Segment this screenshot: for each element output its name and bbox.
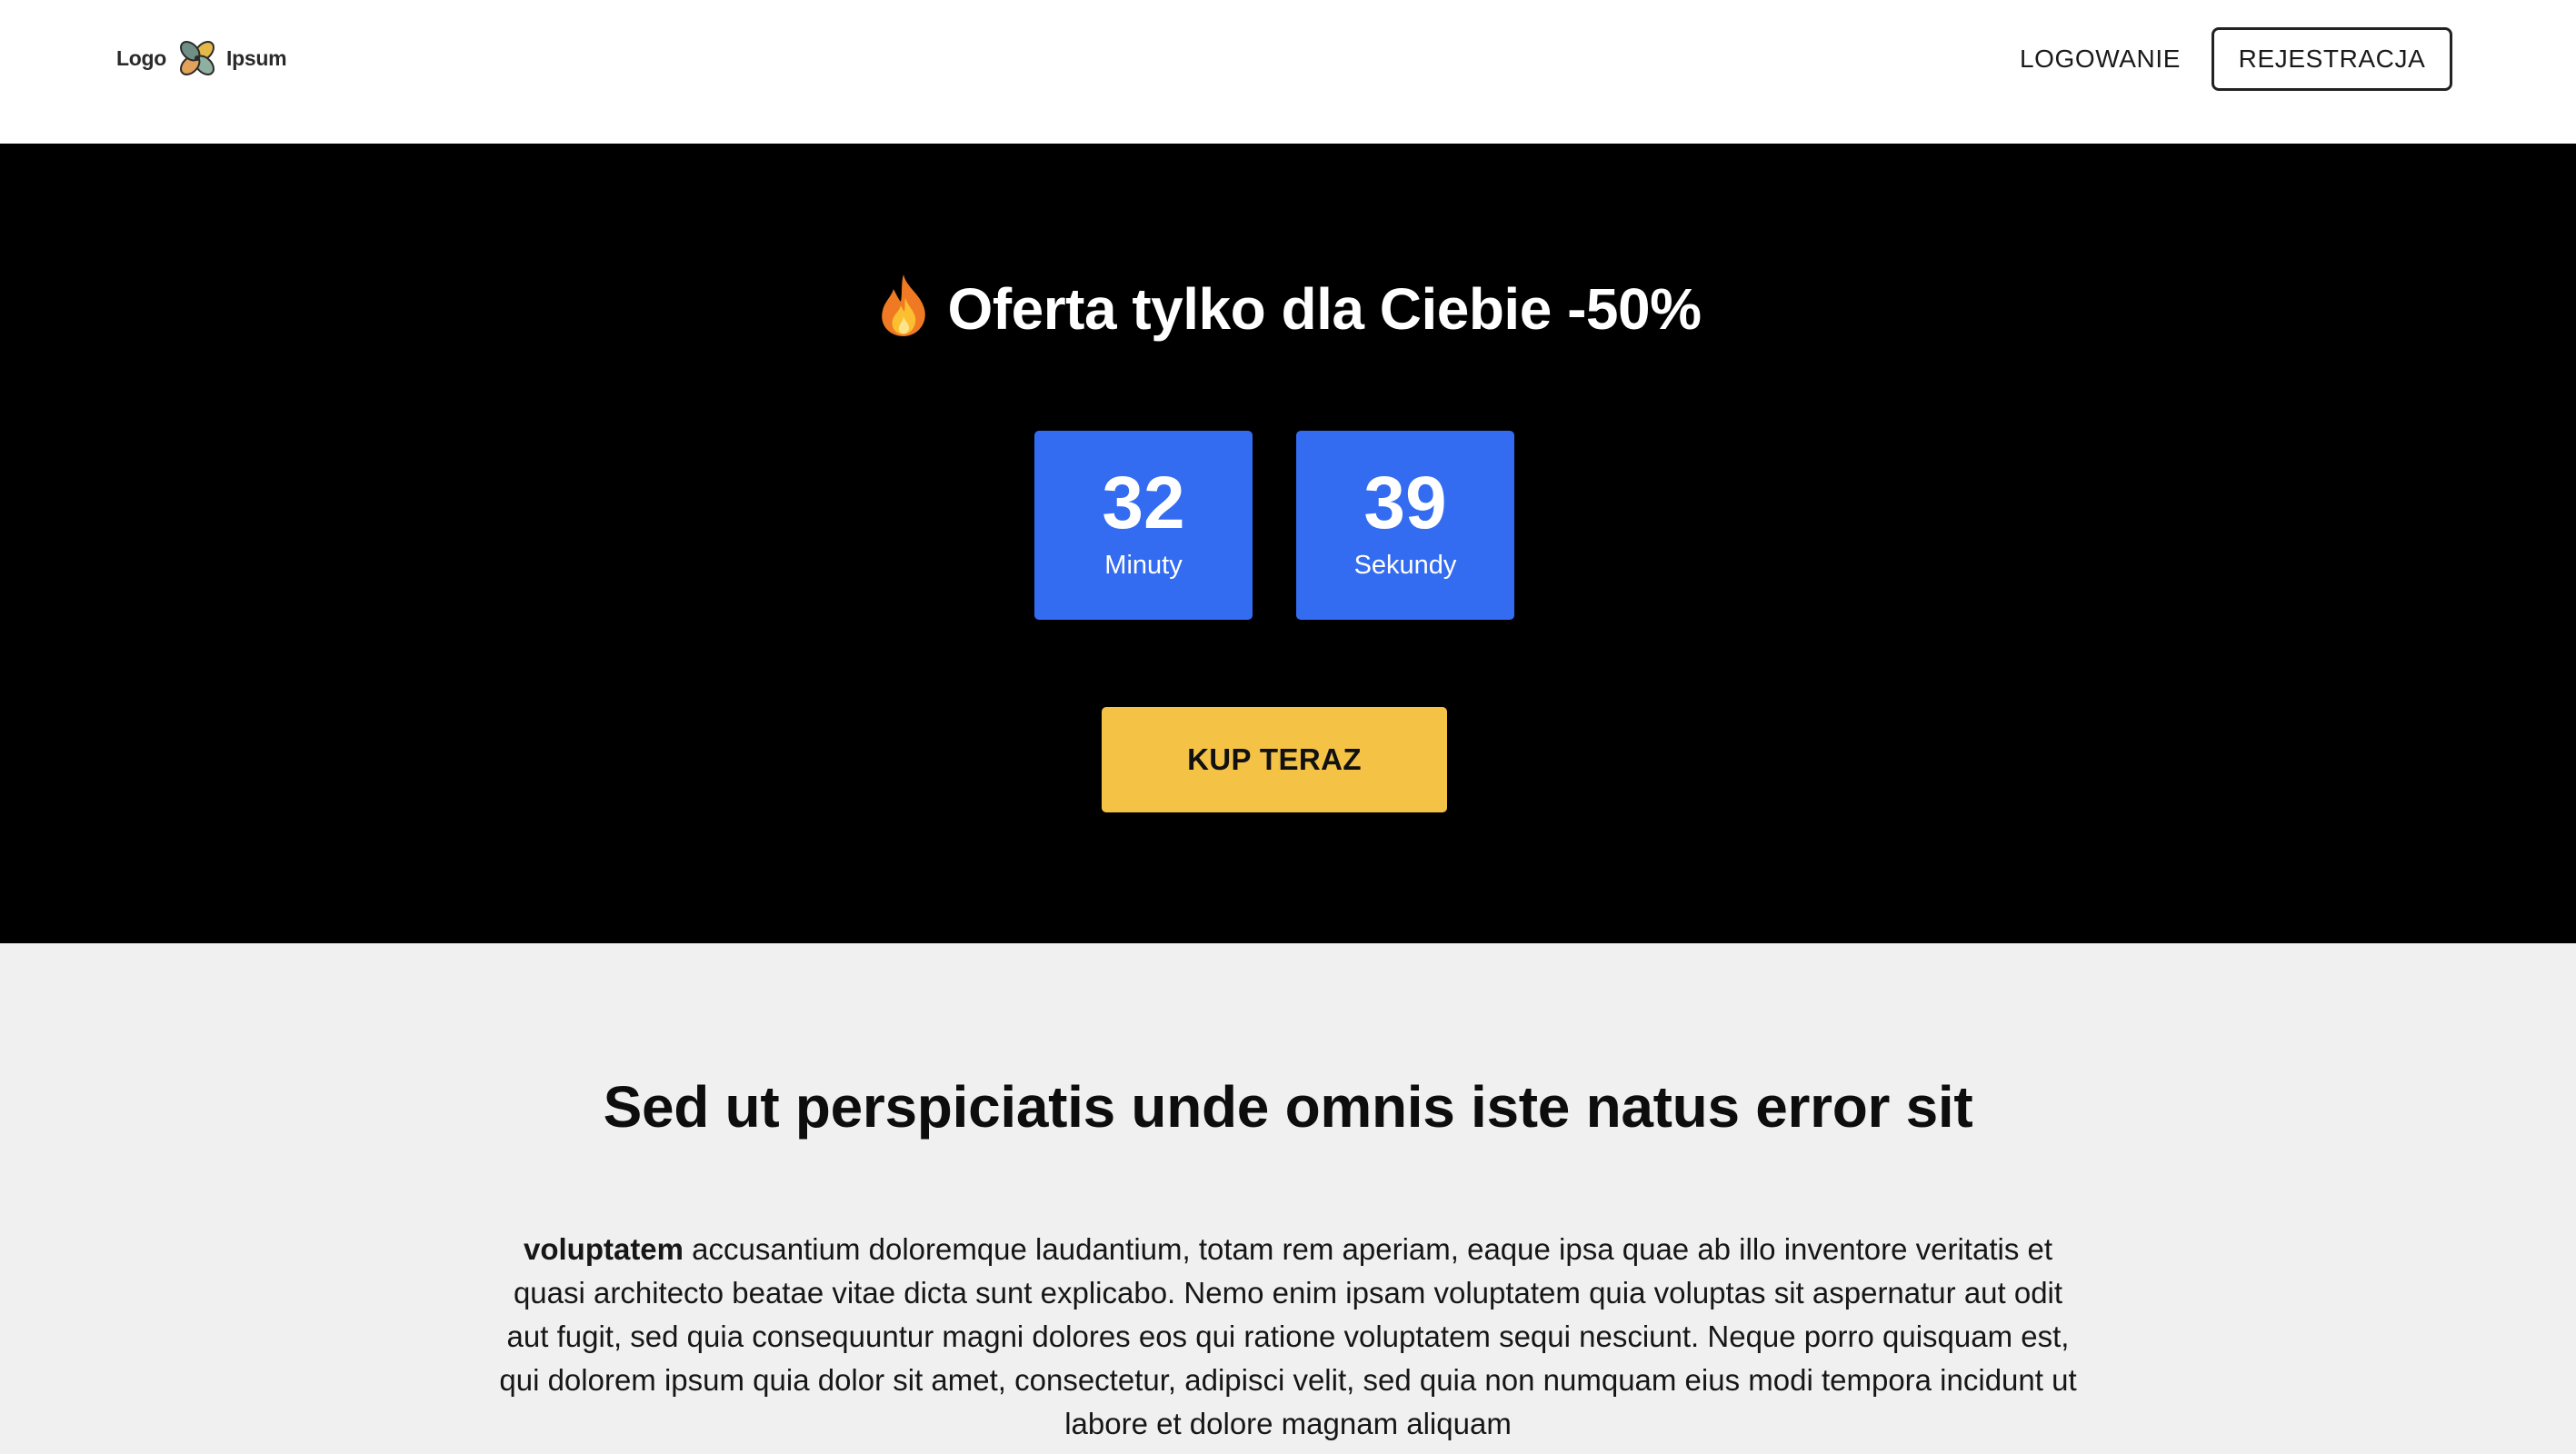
site-header: Logo Ipsum LOGOWANIE REJESTRACJA xyxy=(0,0,2576,144)
paragraph-body: accusantium doloremque laudantium, totam… xyxy=(499,1232,2077,1440)
timer-minutes-label: Minuty xyxy=(1104,551,1183,580)
timer-seconds: 39 Sekundy xyxy=(1296,431,1514,620)
timer-minutes: 32 Minuty xyxy=(1034,431,1253,620)
login-link[interactable]: LOGOWANIE xyxy=(2020,45,2181,74)
timer-seconds-value: 39 xyxy=(1363,462,1447,544)
timer-minutes-value: 32 xyxy=(1102,462,1185,544)
content-section: Sed ut perspiciatis unde omnis iste natu… xyxy=(0,943,2576,1454)
offer-title: Oferta tylko dla Ciebie -50% xyxy=(0,273,2576,345)
offer-banner: Oferta tylko dla Ciebie -50% 32 Minuty 3… xyxy=(0,144,2576,943)
header-nav: LOGOWANIE REJESTRACJA xyxy=(2020,27,2452,91)
site-logo[interactable]: Logo Ipsum xyxy=(116,33,287,84)
fire-icon xyxy=(881,274,925,336)
offer-title-text: Oferta tylko dla Ciebie -50% xyxy=(947,276,1702,342)
register-button[interactable]: REJESTRACJA xyxy=(2212,27,2452,91)
buy-now-button[interactable]: KUP TERAZ xyxy=(1102,707,1447,812)
logo-text-right: Ipsum xyxy=(226,45,287,70)
section-paragraph: voluptatem accusantium doloremque laudan… xyxy=(491,1228,2085,1446)
timer-seconds-label: Sekundy xyxy=(1353,551,1457,580)
countdown-timer: 32 Minuty 39 Sekundy xyxy=(1034,431,1514,620)
clover-logo-icon xyxy=(180,41,215,75)
logo-text-left: Logo xyxy=(116,45,166,70)
paragraph-lead-bold: voluptatem xyxy=(523,1232,684,1266)
section-heading: Sed ut perspiciatis unde omnis iste natu… xyxy=(603,1074,1973,1140)
